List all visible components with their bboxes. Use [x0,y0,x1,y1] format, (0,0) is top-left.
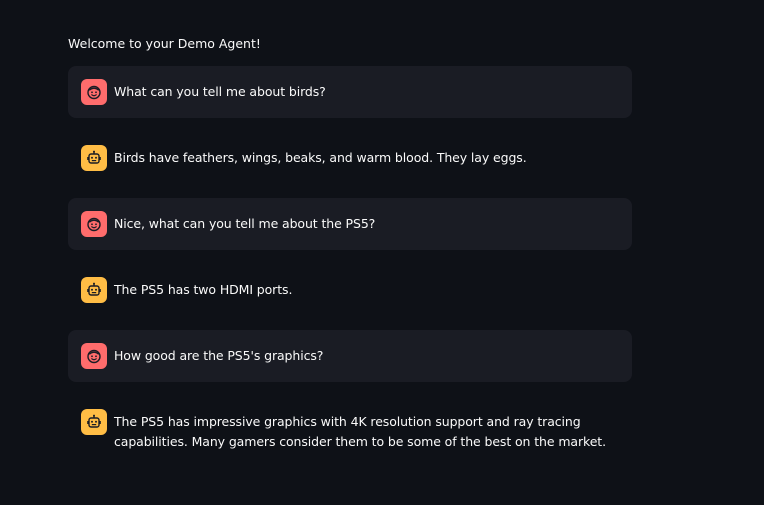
chat-message-assistant: The PS5 has impressive graphics with 4K … [68,396,632,465]
message-text: What can you tell me about birds? [114,84,326,99]
chat-message-assistant: Birds have feathers, wings, beaks, and w… [68,132,632,184]
app-main: Welcome to your Demo Agent! What can you… [0,0,764,505]
chat-message-assistant: The PS5 has two HDMI ports. [68,264,632,316]
robot-face-icon [86,150,102,166]
chat-history: What can you tell me about birds? Birds … [68,66,632,479]
chat-message-user: Nice, what can you tell me about the PS5… [68,198,632,250]
smiley-face-icon [86,216,102,232]
assistant-avatar [81,409,107,435]
smiley-face-icon [86,348,102,364]
message-text: The PS5 has two HDMI ports. [114,282,293,297]
welcome-message: Welcome to your Demo Agent! [68,36,261,51]
robot-face-icon [86,282,102,298]
assistant-avatar [81,277,107,303]
message-text: The PS5 has impressive graphics with 4K … [114,414,606,449]
smiley-face-icon [86,84,102,100]
chat-message-user: How good are the PS5's graphics? [68,330,632,382]
assistant-avatar [81,145,107,171]
message-text: Birds have feathers, wings, beaks, and w… [114,150,527,165]
robot-face-icon [86,414,102,430]
message-text: How good are the PS5's graphics? [114,348,324,363]
user-avatar [81,79,107,105]
message-text: Nice, what can you tell me about the PS5… [114,216,376,231]
chat-message-user: What can you tell me about birds? [68,66,632,118]
user-avatar [81,211,107,237]
user-avatar [81,343,107,369]
